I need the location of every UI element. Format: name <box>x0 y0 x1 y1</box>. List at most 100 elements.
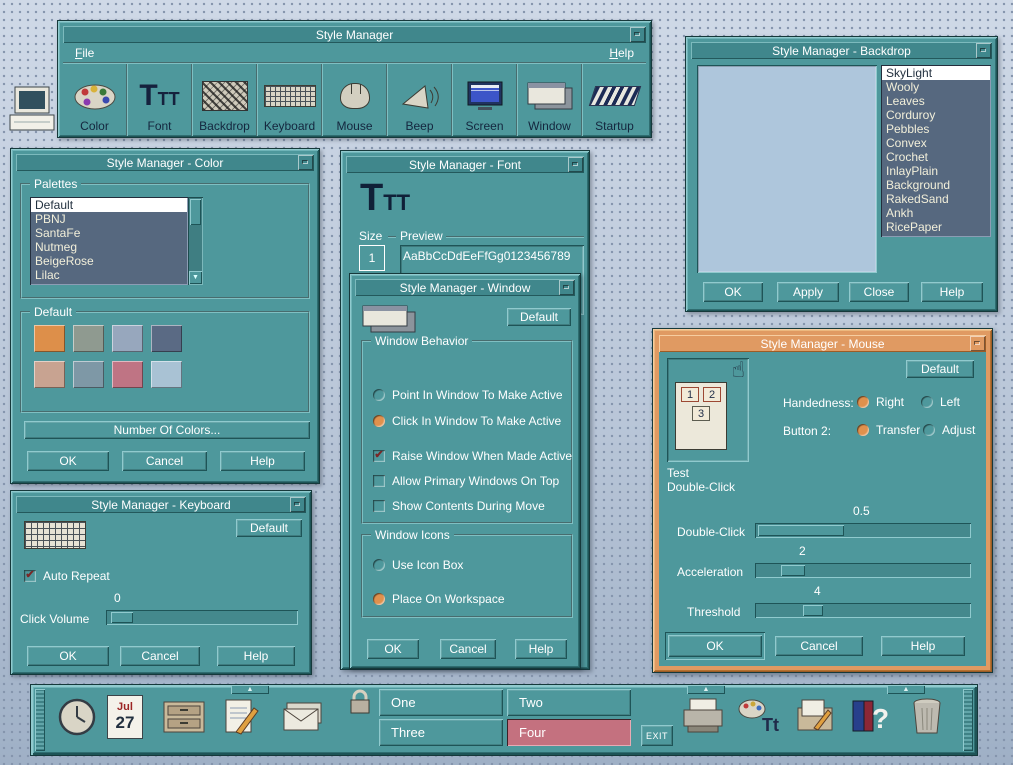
subpanel-arrow-tab[interactable]: ▲ <box>231 685 269 694</box>
list-item[interactable]: SantaFe <box>31 226 187 240</box>
radio-button2-transfer[interactable]: Transfer <box>857 423 920 437</box>
ok-button[interactable]: OK <box>668 635 762 657</box>
clock-control[interactable] <box>55 695 99 739</box>
workspace-button-one[interactable]: One <box>379 689 503 716</box>
text-editor-control[interactable] <box>219 695 263 739</box>
color-swatch[interactable] <box>34 361 65 388</box>
scrollbar-thumb[interactable] <box>190 199 201 225</box>
list-item[interactable]: Nutmeg <box>31 240 187 254</box>
color-swatch[interactable] <box>151 361 182 388</box>
size-value-box[interactable]: 1 <box>359 245 385 271</box>
radio-place-on-workspace[interactable]: Place On Workspace <box>373 592 505 606</box>
apply-button[interactable]: Apply <box>777 282 839 302</box>
exit-button[interactable]: EXIT <box>641 725 673 746</box>
mouse-test-graphic[interactable]: ☝ 1 2 3 <box>667 358 749 462</box>
list-item[interactable]: Pebbles <box>882 122 990 136</box>
radio-indicator[interactable] <box>373 389 385 401</box>
number-of-colors-button[interactable]: Number Of Colors... <box>24 421 310 439</box>
click-volume-slider[interactable] <box>106 610 298 625</box>
checkbox-raise-window[interactable]: ✔ Raise Window When Made Active <box>373 449 572 463</box>
radio-indicator[interactable] <box>923 424 935 436</box>
file-menu[interactable]: File <box>71 44 98 62</box>
slider-thumb[interactable] <box>803 605 823 616</box>
slider-thumb[interactable] <box>111 612 133 623</box>
radio-indicator-selected[interactable] <box>857 424 869 436</box>
minimize-button[interactable] <box>970 336 985 351</box>
double-click-slider[interactable] <box>755 523 971 538</box>
ok-button[interactable]: OK <box>27 646 109 666</box>
help-button[interactable]: Help <box>515 639 567 659</box>
radio-use-icon-box[interactable]: Use Icon Box <box>373 558 463 572</box>
toolbar-startup[interactable]: Startup <box>581 64 646 136</box>
color-swatch[interactable] <box>34 325 65 352</box>
toolbar-keyboard[interactable]: Keyboard <box>256 64 321 136</box>
radio-indicator-selected[interactable] <box>373 593 385 605</box>
checkbox-auto-repeat[interactable]: ✔ Auto Repeat <box>24 569 110 583</box>
ok-button[interactable]: OK <box>367 639 419 659</box>
checkbox-allow-primary[interactable]: Allow Primary Windows On Top <box>373 474 559 488</box>
toolbar-color[interactable]: Color <box>63 64 126 136</box>
toolbar-beep[interactable]: Beep <box>386 64 451 136</box>
backdrop-titlebar[interactable]: Style Manager - Backdrop <box>691 42 992 59</box>
minimize-button[interactable] <box>298 155 313 170</box>
radio-indicator[interactable] <box>921 396 933 408</box>
color-swatch[interactable] <box>112 361 143 388</box>
toolbar-backdrop[interactable]: Backdrop <box>191 64 256 136</box>
backdrop-list[interactable]: SkyLight Wooly Leaves Corduroy Pebbles C… <box>881 65 991 237</box>
panel-handle-right[interactable] <box>963 689 973 751</box>
list-item[interactable]: Wooly <box>882 80 990 94</box>
palette-list[interactable]: Default PBNJ SantaFe Nutmeg BeigeRose Li… <box>30 197 188 285</box>
cancel-button[interactable]: Cancel <box>440 639 496 659</box>
help-button[interactable]: Help <box>921 282 983 302</box>
mail-control[interactable] <box>279 697 329 737</box>
help-button[interactable]: Help <box>881 636 965 656</box>
color-swatch[interactable] <box>151 325 182 352</box>
ok-button[interactable]: OK <box>703 282 763 302</box>
minimize-button[interactable] <box>976 43 991 58</box>
radio-point-in-window[interactable]: Point In Window To Make Active <box>373 388 563 402</box>
style-manager-control[interactable]: Tt <box>735 693 785 739</box>
minimize-button[interactable] <box>559 280 574 295</box>
file-manager-control[interactable] <box>161 697 207 737</box>
printer-control[interactable] <box>679 695 727 739</box>
radio-handedness-left[interactable]: Left <box>921 395 960 409</box>
color-swatch[interactable] <box>73 325 104 352</box>
mouse-button-3[interactable]: 3 <box>692 406 710 421</box>
threshold-slider[interactable] <box>755 603 971 618</box>
color-swatch[interactable] <box>73 361 104 388</box>
list-item[interactable]: SkyLight <box>882 66 990 80</box>
panel-handle-left[interactable] <box>35 689 45 751</box>
help-button[interactable]: Help <box>220 451 305 471</box>
palette-scrollbar[interactable]: ▼ <box>188 197 203 285</box>
cancel-button[interactable]: Cancel <box>775 636 863 656</box>
window-dialog-titlebar[interactable]: Style Manager - Window <box>355 279 575 296</box>
list-item[interactable]: Background <box>882 178 990 192</box>
help-button[interactable]: Help <box>217 646 295 666</box>
toolbar-screen[interactable]: Screen <box>451 64 516 136</box>
toolbar-mouse[interactable]: Mouse <box>321 64 386 136</box>
workspace-button-three[interactable]: Three <box>379 719 503 746</box>
calendar-control[interactable]: Jul 27 <box>107 695 143 739</box>
slider-thumb[interactable] <box>781 565 805 576</box>
close-button[interactable]: Close <box>849 282 909 302</box>
list-item[interactable]: RicePaper <box>882 220 990 234</box>
toolbar-font[interactable]: TTT Font <box>126 64 191 136</box>
subpanel-arrow-tab[interactable]: ▲ <box>687 685 725 694</box>
checkbox-show-contents[interactable]: Show Contents During Move <box>373 499 545 513</box>
checkbox-indicator-checked[interactable]: ✔ <box>24 570 36 582</box>
checkbox-indicator[interactable] <box>373 475 385 487</box>
radio-handedness-right[interactable]: Right <box>857 395 904 409</box>
help-control[interactable]: ? <box>849 693 893 739</box>
list-item[interactable]: InlayPlain <box>882 164 990 178</box>
workspace-button-two[interactable]: Two <box>507 689 631 716</box>
list-item[interactable]: PBNJ <box>31 212 187 226</box>
acceleration-slider[interactable] <box>755 563 971 578</box>
slider-thumb[interactable] <box>758 525 844 536</box>
help-menu[interactable]: Help <box>605 44 638 62</box>
list-item[interactable]: Leaves <box>882 94 990 108</box>
font-titlebar[interactable]: Style Manager - Font <box>346 156 584 173</box>
keyboard-titlebar[interactable]: Style Manager - Keyboard <box>16 496 306 513</box>
workspace-button-four[interactable]: Four <box>507 719 631 746</box>
minimize-button[interactable] <box>568 157 583 172</box>
list-item[interactable]: Ankh <box>882 206 990 220</box>
